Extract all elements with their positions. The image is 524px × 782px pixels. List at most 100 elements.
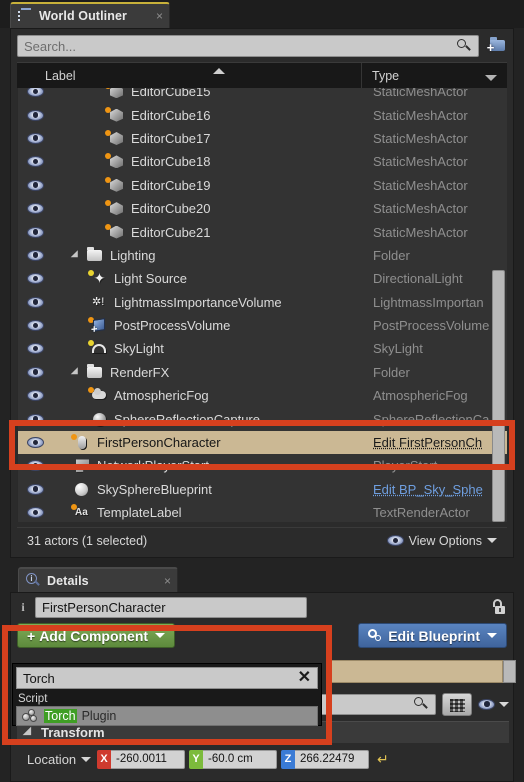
axis-value[interactable]: -260.0011 — [111, 749, 185, 769]
details-view-options-button[interactable] — [478, 698, 509, 710]
visibility-toggle[interactable] — [18, 413, 52, 425]
row-type[interactable]: Edit FirstPersonCh — [363, 435, 507, 450]
visibility-toggle[interactable] — [18, 507, 52, 519]
reset-arrow-icon[interactable]: ↵ — [377, 751, 389, 768]
actor-type-icon — [70, 434, 92, 451]
visibility-toggle[interactable] — [18, 390, 52, 402]
location-axis-y[interactable]: Y -60.0 cm — [189, 749, 277, 769]
visibility-toggle[interactable] — [18, 88, 52, 98]
clear-x-icon[interactable]: ✕ — [298, 670, 311, 686]
row-type[interactable]: Edit BP_Sky_Sphe — [363, 482, 507, 497]
grid-view-icon[interactable] — [442, 692, 472, 716]
add-component-dropdown[interactable]: Torch ✕ Script Torch Plugin — [12, 663, 322, 726]
table-row[interactable]: NetworkPlayerStart PlayerStart — [18, 454, 507, 477]
expand-arrow-icon[interactable] — [70, 366, 83, 379]
selected-component-bar[interactable] — [331, 660, 516, 683]
outliner-icon — [17, 8, 33, 24]
axis-value[interactable]: 266.22479 — [295, 749, 369, 769]
scrollbar-thumb[interactable] — [503, 660, 516, 683]
location-label[interactable]: Location — [17, 752, 97, 767]
eye-icon — [26, 507, 44, 519]
sort-ascending-icon — [213, 68, 225, 74]
actor-type-icon — [87, 387, 109, 404]
location-axis-z[interactable]: Z 266.22479 — [281, 749, 369, 769]
table-row[interactable]: EditorCube16 StaticMeshActor — [18, 103, 507, 126]
column-header-type[interactable]: Type — [362, 63, 507, 88]
table-row[interactable]: Lighting Folder — [18, 244, 507, 267]
visibility-toggle[interactable] — [18, 437, 52, 449]
search-input[interactable]: Search... — [17, 35, 479, 57]
add-component-label: Add Component — [39, 627, 149, 644]
visibility-toggle[interactable] — [18, 296, 52, 308]
table-row[interactable]: PostProcessVolume PostProcessVolume — [18, 314, 507, 337]
component-search-input[interactable]: Torch ✕ — [16, 667, 318, 689]
visibility-toggle[interactable] — [18, 366, 52, 378]
table-row[interactable]: ✲! LightmassImportanceVolume LightmassImpo… — [18, 291, 507, 314]
details-icon: i — [25, 572, 41, 589]
visibility-toggle[interactable] — [18, 203, 52, 215]
table-row[interactable]: EditorCube21 StaticMeshActor — [18, 220, 507, 243]
actor-type-icon: ✦ — [87, 270, 109, 287]
dropdown-item-torch-plugin[interactable]: Torch Plugin — [16, 706, 318, 726]
visibility-toggle[interactable] — [18, 483, 52, 495]
table-row[interactable]: EditorCube18 StaticMeshActor — [18, 150, 507, 173]
scrollbar-thumb[interactable] — [492, 270, 505, 522]
new-folder-icon[interactable]: + — [485, 36, 507, 56]
visibility-toggle[interactable] — [18, 132, 52, 144]
row-label-cell: EditorCube19 — [52, 176, 363, 194]
add-component-button[interactable]: + Add Component — [17, 623, 176, 648]
visibility-toggle[interactable] — [18, 226, 52, 238]
actor-name-field[interactable]: FirstPersonCharacter — [35, 596, 307, 618]
outliner-scrollbar[interactable] — [492, 88, 505, 522]
table-row[interactable]: Aa TemplateLabel TextRenderActor — [18, 501, 507, 522]
edit-blueprint-button[interactable]: Edit Blueprint — [358, 623, 507, 648]
actor-name-row: i FirstPersonCharacter — [11, 593, 513, 619]
visibility-toggle[interactable] — [18, 109, 52, 121]
outliner-tabstrip: World Outliner × — [0, 0, 524, 28]
table-row[interactable]: AtmosphericFog AtmosphericFog — [18, 384, 507, 407]
table-row[interactable]: ✦ Light Source DirectionalLight — [18, 267, 507, 290]
view-options-button[interactable]: View Options — [386, 534, 497, 548]
row-type: StaticMeshActor — [373, 224, 468, 240]
table-row[interactable]: EditorCube19 StaticMeshActor — [18, 174, 507, 197]
row-type: TextRenderActor — [373, 505, 470, 521]
close-icon[interactable]: × — [134, 10, 163, 22]
actor-type-icon: ✲! — [92, 295, 105, 308]
table-row[interactable]: EditorCube20 StaticMeshActor — [18, 197, 507, 220]
eye-icon — [26, 249, 44, 261]
lock-icon[interactable] — [491, 599, 507, 615]
row-label: EditorCube20 — [131, 201, 211, 217]
visibility-toggle[interactable] — [18, 249, 52, 261]
visibility-toggle[interactable] — [18, 320, 52, 332]
chevron-down-icon[interactable] — [485, 75, 497, 81]
tab-world-outliner[interactable]: World Outliner × — [10, 2, 170, 28]
outliner-column-headers: Label Type — [17, 62, 507, 88]
row-label: EditorCube17 — [131, 130, 211, 146]
row-label-cell: Aa TemplateLabel — [52, 504, 363, 521]
edit-blueprint-label: Edit Blueprint — [388, 627, 480, 644]
eye-icon — [26, 483, 44, 495]
column-header-label[interactable]: Label — [17, 63, 362, 88]
table-row[interactable]: SkySphereBlueprint Edit BP_Sky_Sphe — [18, 478, 507, 501]
visibility-toggle[interactable] — [18, 179, 52, 191]
visibility-toggle[interactable] — [18, 156, 52, 168]
search-icon — [456, 38, 472, 54]
tab-details[interactable]: i Details × — [18, 567, 178, 592]
visibility-toggle[interactable] — [18, 343, 52, 355]
close-icon[interactable]: × — [142, 575, 171, 587]
eye-icon — [26, 273, 44, 285]
visibility-toggle[interactable] — [18, 460, 52, 472]
location-axis-x[interactable]: X -260.0011 — [97, 749, 185, 769]
table-row[interactable]: EditorCube15 StaticMeshActor — [18, 88, 507, 103]
table-row[interactable]: SphereReflectionCapture SphereReflectionC… — [18, 407, 507, 430]
eye-icon — [26, 366, 44, 378]
expand-arrow-icon[interactable] — [70, 249, 83, 262]
table-row[interactable]: RenderFX Folder — [18, 361, 507, 384]
table-row[interactable]: EditorCube17 StaticMeshActor — [18, 127, 507, 150]
visibility-toggle[interactable] — [18, 273, 52, 285]
eye-icon — [26, 320, 44, 332]
table-row[interactable]: SkyLight SkyLight — [18, 337, 507, 360]
axis-value[interactable]: -60.0 cm — [203, 749, 277, 769]
dropdown-category-label: Script — [18, 693, 48, 705]
table-row-selected[interactable]: FirstPersonCharacter Edit FirstPersonCh — [18, 430, 507, 455]
